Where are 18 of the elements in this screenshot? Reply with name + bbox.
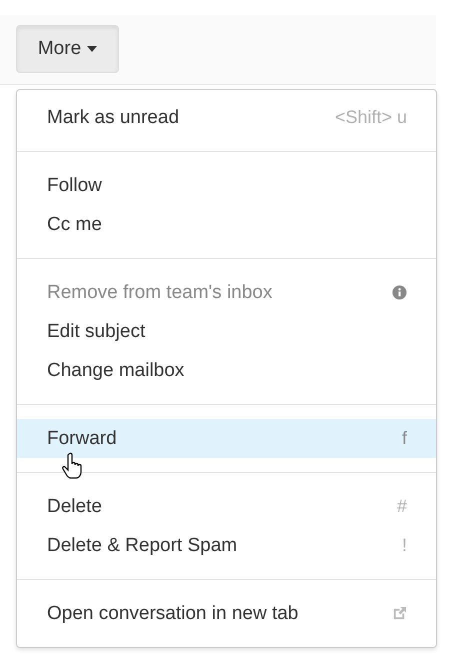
shortcut-hint: <Shift> u xyxy=(334,107,407,128)
menu-item[interactable]: Delete & Report Spam ! xyxy=(17,526,436,565)
menu-item[interactable]: Cc me xyxy=(17,205,436,244)
shortcut-hint: # xyxy=(396,496,407,517)
menu-item[interactable]: Change mailbox xyxy=(17,351,436,390)
menu-item[interactable]: Open conversation in new tab xyxy=(17,594,436,633)
menu-item[interactable]: Mark as unread <Shift> u xyxy=(17,98,436,137)
more-button[interactable]: More xyxy=(16,25,119,73)
info-icon xyxy=(392,285,407,300)
menu-item[interactable]: Forward f xyxy=(17,419,436,458)
hand-cursor-icon xyxy=(62,452,84,480)
menu-item[interactable]: Follow xyxy=(17,166,436,205)
external-link-icon xyxy=(392,606,407,621)
menu-item[interactable]: Delete # xyxy=(17,487,436,526)
shortcut-hint: ! xyxy=(402,535,407,556)
shortcut-hint: f xyxy=(402,428,407,449)
menu-item[interactable]: Edit subject xyxy=(17,312,436,351)
caret-icon xyxy=(87,46,98,52)
